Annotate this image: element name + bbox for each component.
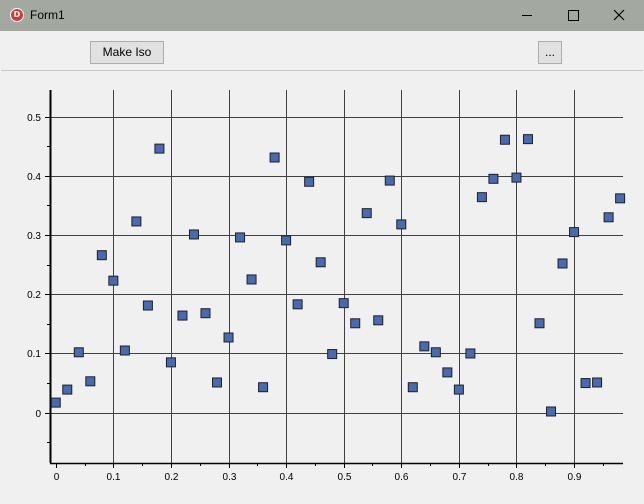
data-point — [534, 318, 545, 329]
data-point — [108, 275, 119, 286]
title-bar: D Form1 — [0, 0, 644, 31]
data-point — [522, 134, 533, 145]
make-iso-button[interactable]: Make Iso — [90, 41, 164, 64]
data-point — [338, 298, 349, 309]
data-point — [499, 134, 510, 145]
data-point — [281, 235, 292, 246]
more-options-button[interactable]: ... — [538, 41, 562, 64]
maximize-icon — [568, 10, 579, 21]
x-tick-label: 0.7 — [453, 472, 467, 483]
data-point — [62, 384, 73, 395]
x-tick-label: 0.2 — [165, 472, 179, 483]
close-icon — [613, 9, 625, 21]
data-point — [557, 258, 568, 269]
data-point — [50, 397, 61, 408]
data-point — [603, 212, 614, 223]
data-point — [165, 357, 176, 368]
data-point — [200, 308, 211, 319]
data-point — [131, 216, 142, 227]
data-point — [407, 382, 418, 393]
y-tick-label: 0.4 — [27, 172, 41, 183]
x-tick-label: 0 — [54, 472, 60, 483]
data-point — [304, 176, 315, 187]
data-point — [85, 376, 96, 387]
data-point — [154, 143, 165, 154]
y-tick-label: 0.5 — [27, 113, 41, 124]
data-point — [453, 384, 464, 395]
data-point — [580, 378, 591, 389]
data-point — [511, 172, 522, 183]
x-tick-label: 0.8 — [510, 472, 524, 483]
data-point — [327, 349, 338, 360]
y-tick-label: 0.2 — [27, 290, 41, 301]
data-point — [615, 193, 626, 204]
data-point — [258, 382, 269, 393]
x-tick-label: 0.3 — [223, 472, 237, 483]
toolbar-panel: Make Iso ... — [1, 32, 643, 71]
data-point — [292, 299, 303, 310]
data-point — [465, 348, 476, 359]
data-point — [569, 227, 580, 238]
data-point — [546, 406, 557, 417]
data-point — [396, 219, 407, 230]
data-point — [476, 192, 487, 203]
data-point — [315, 257, 326, 268]
data-point — [212, 377, 223, 388]
scatter-plot[interactable]: 0 0.1 0.2 0.3 0.4 0.5 0.6 0.7 0.8 0.9 0 0.1 0.2 0.3 0.… — [0, 72, 644, 502]
data-point — [246, 274, 257, 285]
x-tick-label: 0.9 — [568, 472, 582, 483]
minimize-icon — [522, 15, 532, 16]
data-point — [96, 250, 107, 261]
x-tick-label: 0.5 — [338, 472, 352, 483]
x-tick-label: 0.1 — [107, 472, 121, 483]
x-tick-label: 0.6 — [395, 472, 409, 483]
data-point — [177, 310, 188, 321]
data-point — [235, 232, 246, 243]
data-point — [592, 377, 603, 388]
y-tick-label: 0 — [35, 409, 41, 420]
data-point — [269, 152, 280, 163]
data-point — [142, 300, 153, 311]
window-title: Form1 — [30, 8, 65, 22]
data-point — [384, 175, 395, 186]
data-point — [419, 341, 430, 352]
y-tick-label: 0.1 — [27, 349, 41, 360]
app-icon: D — [10, 8, 24, 22]
minimize-button[interactable] — [504, 0, 550, 31]
plot-area — [50, 90, 623, 463]
data-point — [119, 345, 130, 356]
data-point — [73, 347, 84, 358]
data-point — [373, 315, 384, 326]
data-point — [350, 318, 361, 329]
data-point — [188, 229, 199, 240]
data-point — [488, 173, 499, 184]
y-tick-label: 0.3 — [27, 231, 41, 242]
data-point — [223, 332, 234, 343]
close-button[interactable] — [596, 0, 642, 31]
data-point — [430, 347, 441, 358]
maximize-button[interactable] — [550, 0, 596, 31]
x-tick-label: 0.4 — [280, 472, 294, 483]
data-point — [361, 208, 372, 219]
data-point — [442, 367, 453, 378]
